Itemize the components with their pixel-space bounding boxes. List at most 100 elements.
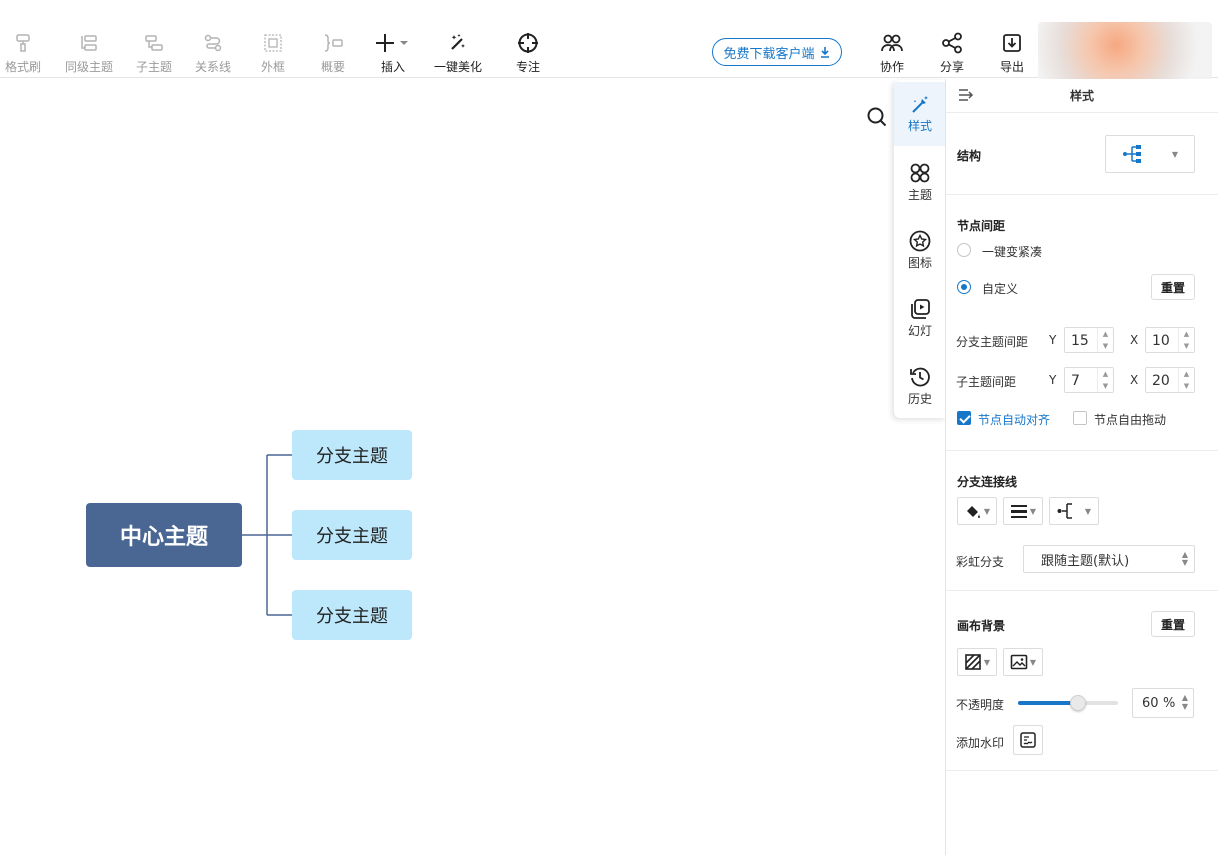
sub-x-value: 20 — [1152, 373, 1170, 389]
stepper-arrows-icon[interactable]: ▲ ▼ — [1182, 693, 1188, 711]
opacity-slider-fill — [1018, 701, 1078, 705]
auto-align-checkbox[interactable] — [957, 411, 971, 425]
branch-line-title: 分支连接线 — [957, 475, 1018, 489]
free-drag-checkbox[interactable] — [1073, 411, 1087, 425]
branch-line-section: 分支连接线 ▼ ▼ ▼ 彩虹分支 跟随主题(默认) ▲ ▼ — [946, 451, 1218, 591]
branch-y-stepper[interactable]: 15 ▲ ▼ — [1064, 327, 1114, 353]
line-width-button[interactable]: ▼ — [1003, 497, 1043, 525]
tab-slides-label: 幻灯 — [907, 323, 932, 338]
structure-select[interactable]: ▼ — [1105, 135, 1195, 173]
line-style-button[interactable]: ▼ — [1049, 497, 1099, 525]
custom-label: 自定义 — [982, 282, 1019, 296]
rainbow-branch-value: 跟随主题(默认) — [1041, 553, 1130, 569]
select-arrows-icon: ▲ ▼ — [1181, 550, 1188, 567]
line-width-caret-icon: ▼ — [1029, 506, 1037, 516]
bg-fill-button[interactable]: ▼ — [957, 648, 997, 676]
sub-x-stepper[interactable]: 20 ▲ ▼ — [1145, 367, 1195, 393]
sub-spacing-label: 子主题间距 — [956, 375, 1017, 389]
opacity-value: 60 — [1142, 696, 1159, 711]
tab-history[interactable]: 历史 — [894, 354, 946, 418]
rainbow-branch-label: 彩虹分支 — [956, 555, 1005, 569]
slides-icon — [911, 298, 930, 319]
hatch-fill-icon — [965, 654, 981, 670]
structure-section: 结构 ▼ — [946, 114, 1218, 195]
branch-x-label: X — [1130, 333, 1139, 347]
line-color-button[interactable]: ▼ — [957, 497, 997, 525]
central-topic[interactable]: 中心主题 — [86, 503, 242, 567]
central-topic-text: 中心主题 — [119, 525, 208, 550]
branch-topic[interactable]: 分支主题 — [292, 430, 412, 480]
auto-align-label: 节点自动对齐 — [978, 413, 1051, 427]
opacity-input[interactable]: 60 % ▲ ▼ — [1132, 688, 1194, 718]
sub-y-label: Y — [1049, 373, 1057, 387]
history-icon — [910, 367, 930, 386]
tab-icon[interactable]: 图标 — [894, 218, 946, 282]
style-panel: 样式 结构 ▼ 节点间距 一键变紧凑 自定义 重置 分支主题间距 Y 15 ▲ ▼… — [945, 79, 1218, 855]
node-spacing-title: 节点间距 — [957, 219, 1006, 233]
sub-y-value: 7 — [1071, 373, 1080, 389]
branch-spacing-label: 分支主题间距 — [956, 335, 1029, 349]
sub-y-stepper[interactable]: 7 ▲ ▼ — [1064, 367, 1114, 393]
tab-slides[interactable]: 幻灯 — [894, 286, 946, 350]
tab-icon-label: 图标 — [907, 255, 932, 270]
elbow-connector-icon — [1057, 503, 1072, 519]
branch-y-value: 15 — [1071, 333, 1089, 349]
branch-x-stepper[interactable]: 10 ▲ ▼ — [1145, 327, 1195, 353]
structure-caret-icon: ▼ — [1171, 149, 1179, 159]
watermark-icon — [1020, 732, 1036, 748]
branch-topic[interactable]: 分支主题 — [292, 590, 412, 640]
compact-label: 一键变紧凑 — [982, 245, 1043, 259]
bg-image-button[interactable]: ▼ — [1003, 648, 1043, 676]
canvas-bg-title: 画布背景 — [957, 619, 1006, 633]
style-brush-icon — [912, 95, 928, 113]
export-label: 导出 — [999, 60, 1024, 74]
opacity-slider[interactable] — [1018, 695, 1118, 711]
stepper-arrows-icon[interactable]: ▲ ▼ — [1178, 328, 1194, 352]
panel-title: 样式 — [1069, 89, 1094, 103]
stepper-arrows-icon[interactable]: ▲ ▼ — [1178, 368, 1194, 392]
export-button[interactable]: 导出 — [977, 30, 1047, 75]
side-tab-bar: 样式 主题 图标 幻灯 历史 — [894, 80, 946, 418]
tab-style-label: 样式 — [907, 118, 932, 133]
branch-topic-text: 分支主题 — [316, 446, 388, 467]
branch-connectors — [242, 454, 292, 616]
export-icon — [999, 30, 1025, 56]
tree-structure-icon — [1122, 145, 1141, 163]
watermark-label: 添加水印 — [956, 736, 1005, 750]
opacity-slider-thumb[interactable] — [1070, 695, 1086, 711]
panel-header: 样式 — [946, 79, 1218, 113]
decorative-banner — [1038, 22, 1212, 80]
tab-theme-label: 主题 — [907, 187, 932, 202]
branch-x-value: 10 — [1152, 333, 1170, 349]
tab-style[interactable]: 样式 — [894, 82, 946, 146]
tab-theme[interactable]: 主题 — [894, 150, 946, 214]
line-width-icon — [1010, 505, 1027, 518]
tab-history-label: 历史 — [907, 391, 932, 406]
add-watermark-button[interactable] — [1013, 725, 1043, 755]
theme-icon — [910, 163, 930, 182]
node-spacing-section: 节点间距 一键变紧凑 自定义 重置 分支主题间距 Y 15 ▲ ▼ X 10 ▲ ▼… — [946, 195, 1218, 451]
canvas-background-section: 画布背景 重置 ▼ ▼ 不透明度 60 % ▲ ▼ 添加水印 — [946, 591, 1218, 771]
sub-x-label: X — [1130, 373, 1139, 387]
free-drag-label: 节点自由拖动 — [1094, 413, 1167, 427]
branch-y-label: Y — [1049, 333, 1057, 347]
canvas-bg-reset-button[interactable]: 重置 — [1151, 611, 1195, 637]
paint-bucket-icon — [966, 506, 980, 518]
stepper-arrows-icon[interactable]: ▲ ▼ — [1097, 328, 1113, 352]
stepper-arrows-icon[interactable]: ▲ ▼ — [1097, 368, 1113, 392]
rainbow-branch-select[interactable]: 跟随主题(默认) ▲ ▼ — [1023, 545, 1195, 573]
image-icon — [1010, 654, 1028, 670]
spacing-reset-button[interactable]: 重置 — [1151, 274, 1195, 300]
star-circle-icon — [909, 230, 931, 251]
compact-radio[interactable] — [957, 243, 971, 257]
custom-radio[interactable] — [957, 280, 971, 294]
branch-topic-text: 分支主题 — [316, 606, 388, 627]
branch-topic-text: 分支主题 — [316, 526, 388, 547]
mindmap-app: 格式刷 同级主题 子主题 关系线 外框 概要 插入 一键美化 专注 免费下载客户… — [0, 0, 1218, 855]
branch-topic[interactable]: 分支主题 — [292, 510, 412, 560]
line-style-caret-icon: ▼ — [1084, 506, 1092, 516]
bg-image-caret-icon: ▼ — [1029, 657, 1037, 667]
structure-label: 结构 — [957, 149, 982, 163]
opacity-unit: % — [1163, 696, 1176, 711]
opacity-label: 不透明度 — [956, 698, 1005, 712]
